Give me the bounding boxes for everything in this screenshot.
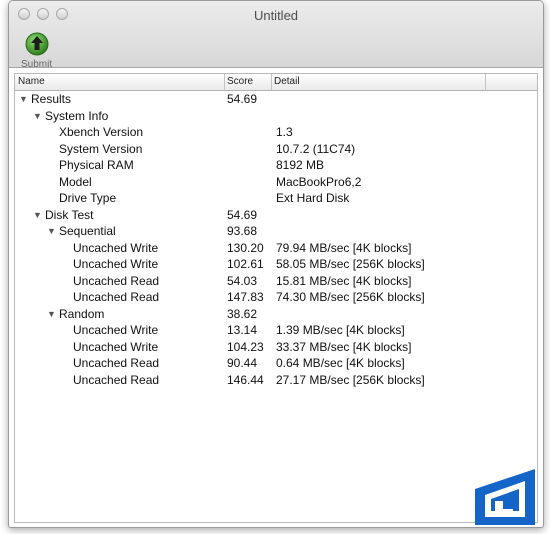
- table-row[interactable]: ▼ System Info: [15, 108, 537, 125]
- column-header-detail[interactable]: Detail: [274, 76, 300, 87]
- table-row[interactable]: Physical RAM 8192 MB: [15, 157, 537, 174]
- row-name: Uncached Read: [73, 273, 160, 288]
- row-score: 38.62: [227, 306, 258, 321]
- row-name: Sequential: [59, 224, 116, 238]
- row-name: System Version: [59, 141, 143, 156]
- table-row[interactable]: Uncached Write 130.20 79.94 MB/sec [4K b…: [15, 240, 537, 257]
- row-detail: Ext Hard Disk: [276, 191, 350, 205]
- table-row[interactable]: ▼ Disk Test 54.69: [15, 207, 537, 224]
- disclosure-triangle-icon[interactable]: ▼: [47, 226, 56, 236]
- row-name: Random: [59, 306, 105, 321]
- row-name: Xbench Version: [59, 125, 144, 139]
- app-window: Untitled Submit Name Score Detail ▼ Resu…: [8, 0, 544, 528]
- table-body: ▼ Results 54.69 ▼ System Info Xbench Ver…: [15, 91, 537, 388]
- row-name: Model: [59, 174, 92, 189]
- table-row[interactable]: Uncached Write 102.61 58.05 MB/sec [256K…: [15, 256, 537, 273]
- row-name: Uncached Read: [73, 372, 160, 387]
- row-score: 54.69: [227, 92, 258, 106]
- window-title: Untitled: [253, 8, 299, 23]
- row-name: Results: [31, 92, 72, 106]
- column-header-name[interactable]: Name: [18, 76, 45, 87]
- table-row[interactable]: System Version 10.7.2 (11C74): [15, 141, 537, 158]
- row-detail: 1.3: [276, 125, 293, 139]
- row-name: Uncached Write: [73, 323, 159, 337]
- results-outline-view[interactable]: Name Score Detail ▼ Results 54.69 ▼ Syst…: [14, 73, 538, 523]
- table-row[interactable]: ▼ Random 38.62: [15, 306, 537, 323]
- row-detail: MacBookPro6,2: [276, 174, 362, 189]
- row-score: 54.03: [227, 273, 258, 288]
- table-row[interactable]: Uncached Write 13.14 1.39 MB/sec [4K blo…: [15, 322, 537, 339]
- row-detail: 79.94 MB/sec [4K blocks]: [276, 240, 412, 255]
- row-score: 102.61: [227, 257, 264, 271]
- row-detail: 0.64 MB/sec [4K blocks]: [276, 356, 405, 370]
- row-score: 93.68: [227, 224, 258, 238]
- row-score: 147.83: [227, 290, 264, 304]
- disclosure-triangle-icon[interactable]: ▼: [33, 111, 42, 121]
- row-detail: 27.17 MB/sec [256K blocks]: [276, 372, 425, 387]
- green-up-arrow-icon: [25, 32, 49, 56]
- row-name: Disk Test: [45, 207, 94, 222]
- disclosure-triangle-icon[interactable]: ▼: [33, 210, 42, 220]
- table-row[interactable]: Uncached Read 54.03 15.81 MB/sec [4K blo…: [15, 273, 537, 290]
- row-detail: 74.30 MB/sec [256K blocks]: [276, 290, 425, 304]
- column-divider[interactable]: [485, 74, 486, 90]
- table-row[interactable]: Uncached Read 147.83 74.30 MB/sec [256K …: [15, 289, 537, 306]
- row-score: 54.69: [227, 207, 258, 222]
- legit-reviews-logo: [475, 469, 535, 525]
- column-divider[interactable]: [271, 74, 272, 90]
- row-name: System Info: [45, 108, 109, 123]
- row-name: Uncached Write: [73, 257, 159, 271]
- submit-label: Submit: [21, 59, 53, 70]
- title-bar: Untitled Submit: [9, 1, 543, 70]
- row-name: Uncached Write: [73, 240, 159, 255]
- row-detail: 33.37 MB/sec [4K blocks]: [276, 339, 412, 354]
- submit-button[interactable]: Submit: [21, 32, 57, 70]
- table-row[interactable]: Uncached Write 104.23 33.37 MB/sec [4K b…: [15, 339, 537, 356]
- column-header-score[interactable]: Score: [227, 76, 253, 87]
- disclosure-triangle-icon[interactable]: ▼: [47, 309, 56, 319]
- table-row[interactable]: Uncached Read 146.44 27.17 MB/sec [256K …: [15, 372, 537, 389]
- disclosure-triangle-icon[interactable]: ▼: [19, 94, 28, 104]
- row-score: 90.44: [227, 356, 258, 370]
- table-row[interactable]: Uncached Read 90.44 0.64 MB/sec [4K bloc…: [15, 355, 537, 372]
- column-divider[interactable]: [224, 74, 225, 90]
- table-header: Name Score Detail: [15, 74, 537, 91]
- row-detail: 58.05 MB/sec [256K blocks]: [276, 257, 425, 271]
- table-row[interactable]: ▼ Results 54.69: [15, 91, 537, 108]
- row-score: 130.20: [227, 240, 264, 255]
- row-name: Physical RAM: [59, 158, 134, 172]
- row-score: 13.14: [227, 323, 258, 337]
- row-score: 104.23: [227, 339, 264, 354]
- row-detail: 15.81 MB/sec [4K blocks]: [276, 273, 412, 288]
- table-row[interactable]: ▼ Sequential 93.68: [15, 223, 537, 240]
- row-name: Drive Type: [59, 191, 117, 205]
- row-detail: 10.7.2 (11C74): [276, 141, 356, 156]
- row-score: 146.44: [227, 372, 264, 387]
- row-name: Uncached Read: [73, 290, 160, 304]
- row-detail: 1.39 MB/sec [4K blocks]: [276, 323, 405, 337]
- row-detail: 8192 MB: [276, 158, 325, 172]
- table-row[interactable]: Drive Type Ext Hard Disk: [15, 190, 537, 207]
- row-name: Uncached Write: [73, 339, 159, 354]
- table-row[interactable]: Model MacBookPro6,2: [15, 174, 537, 191]
- row-name: Uncached Read: [73, 356, 160, 370]
- table-row[interactable]: Xbench Version 1.3: [15, 124, 537, 141]
